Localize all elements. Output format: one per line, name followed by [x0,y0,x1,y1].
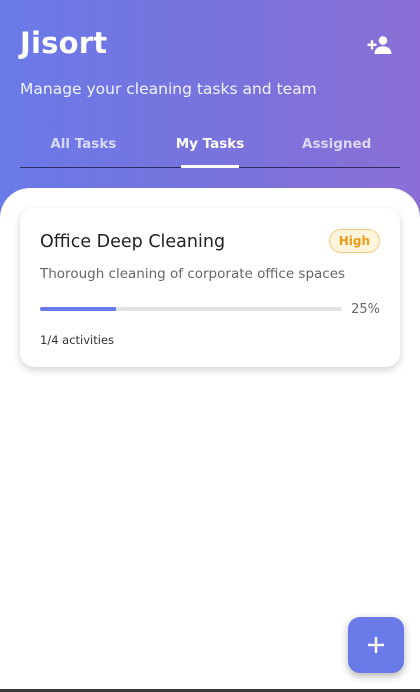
task-description: Thorough cleaning of corporate office sp… [40,266,346,282]
progress-bar [40,307,342,311]
app-screen: Jisort Manage your cleaning tasks and te… [0,0,420,692]
tab-label: All Tasks [50,136,117,152]
tab-assigned[interactable]: Assigned [273,126,400,167]
priority-badge: High [328,229,380,253]
tab-label: My Tasks [175,136,245,152]
active-tab-indicator [181,165,239,168]
app-title: Jisort [20,26,108,60]
activities-count: 1/4 activities [40,333,115,347]
task-card[interactable]: Office Deep Cleaning High Thorough clean… [20,208,400,367]
task-title: Office Deep Cleaning [40,232,226,252]
progress-fill [40,307,116,311]
add-member-button[interactable] [366,32,394,58]
task-tabs: All Tasks My Tasks Assigned [20,126,400,168]
app-subtitle: Manage your cleaning tasks and team [20,80,317,98]
tab-my-tasks[interactable]: My Tasks [147,126,274,168]
tab-all-tasks[interactable]: All Tasks [20,126,147,167]
progress-percent: 25% [351,302,380,317]
add-task-button[interactable] [348,617,404,673]
tab-label: Assigned [302,136,372,152]
person-add-icon [367,36,392,54]
plus-icon [368,637,384,653]
